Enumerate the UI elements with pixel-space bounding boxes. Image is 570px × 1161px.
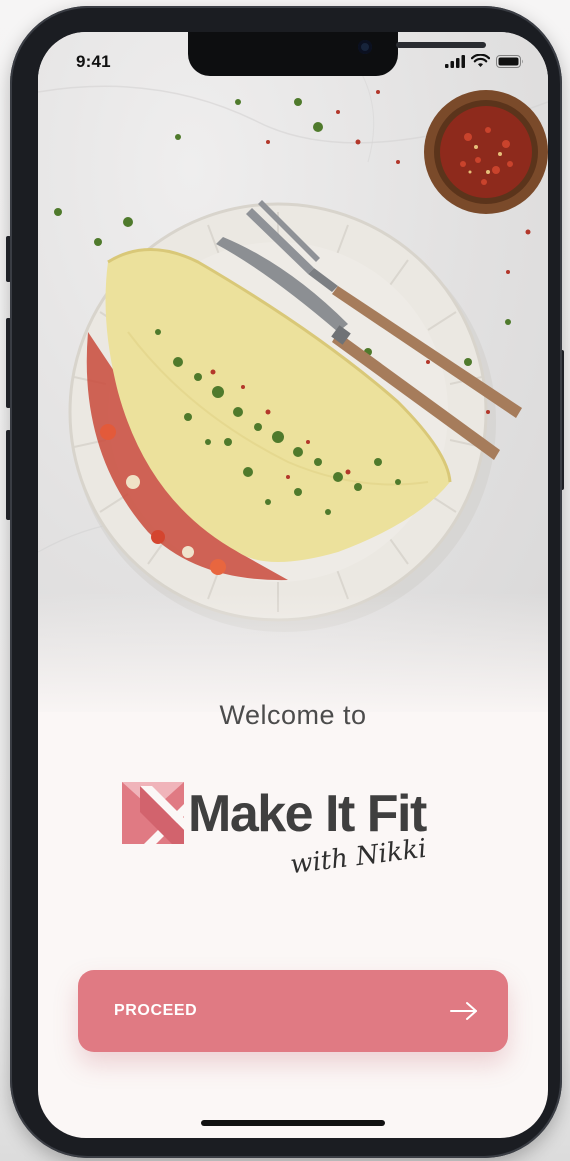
wifi-icon <box>471 54 490 67</box>
notch <box>188 32 486 76</box>
brand-logo: Make It Fit with Nikki <box>122 782 452 892</box>
front-camera-icon <box>358 40 372 54</box>
status-time: 9:41 <box>76 52 111 71</box>
brand-name: Make It Fit <box>188 785 427 843</box>
home-indicator[interactable] <box>201 1120 385 1126</box>
app-screen: 9:41 Welcome to Make It Fit with Nikki P… <box>38 32 548 1138</box>
arrow-right-icon <box>450 1002 477 1020</box>
cellular-signal-icon <box>445 55 465 68</box>
welcome-heading: Welcome to <box>219 700 367 730</box>
battery-icon <box>496 55 523 68</box>
proceed-button[interactable]: PROCEED <box>78 970 508 1052</box>
envelope-k-logo-icon <box>122 782 184 844</box>
proceed-button-label: PROCEED <box>114 1002 198 1019</box>
status-icons <box>445 54 524 68</box>
speaker-grille <box>396 42 486 48</box>
device-mockup-canvas: 9:41 Welcome to Make It Fit with Nikki P… <box>0 0 570 1161</box>
